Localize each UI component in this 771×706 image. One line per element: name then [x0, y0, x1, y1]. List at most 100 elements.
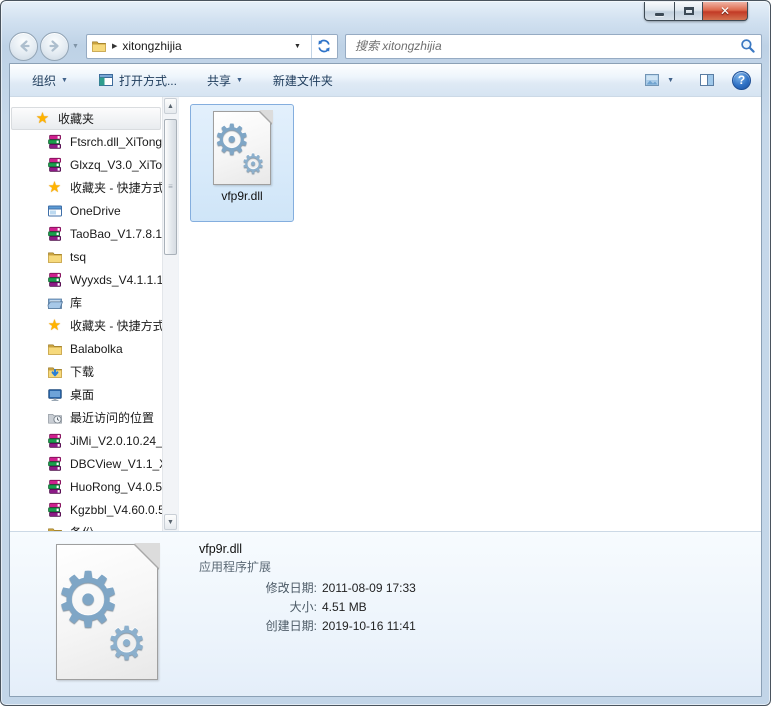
winrar-archive-icon	[46, 478, 63, 495]
new-folder-label: 新建文件夹	[273, 72, 333, 89]
sidebar-item-label: tsq	[70, 250, 86, 264]
detail-property-value: 4.51 MB	[322, 598, 367, 617]
recent-places-icon	[46, 409, 63, 426]
favorites-star-icon: ★	[46, 317, 63, 334]
sidebar-item[interactable]: Balabolka	[10, 337, 162, 360]
client-area: 组织▼ 打开方式... 共享▼ 新建文件夹	[9, 63, 762, 697]
preview-pane-button[interactable]	[691, 67, 723, 93]
address-bar[interactable]: ▶ xitongzhijia ▼	[86, 34, 338, 59]
sidebar-item[interactable]: HuoRong_V4.0.5	[10, 475, 162, 498]
winrar-archive-icon	[46, 271, 63, 288]
sidebar-item[interactable]: 下载	[10, 360, 162, 383]
close-icon: ✕	[720, 5, 730, 17]
winrar-archive-icon	[46, 133, 63, 150]
dll-file-icon: ⚙ ⚙	[213, 111, 271, 185]
sidebar-item-label: 备份	[70, 524, 94, 531]
chevron-down-icon: ▼	[236, 77, 243, 84]
sidebar-item[interactable]: DBCView_V1.1_X	[10, 452, 162, 475]
detail-property-label: 大小:	[199, 598, 317, 617]
sidebar-item-label: DBCView_V1.1_X	[70, 457, 162, 471]
sidebar-item[interactable]: Glxzq_V3.0_XiTo	[10, 153, 162, 176]
detail-property-row: 创建日期:2019-10-16 11:41	[199, 617, 416, 636]
close-button[interactable]: ✕	[702, 2, 748, 21]
open-with-label: 打开方式...	[119, 72, 177, 89]
sidebar-item-label: Glxzq_V3.0_XiTo	[70, 158, 162, 172]
details-file-type: 应用程序扩展	[199, 558, 416, 576]
scroll-down-button[interactable]: ▼	[164, 514, 177, 530]
folder-icon	[46, 248, 63, 265]
file-list-area[interactable]: ⚙ ⚙ vfp9r.dll	[178, 97, 761, 531]
sidebar-item[interactable]: JiMi_V2.0.10.24_	[10, 429, 162, 452]
recent-pages-dropdown[interactable]: ▼	[72, 43, 79, 50]
breadcrumb[interactable]: ▶ xitongzhijia ▼	[87, 35, 311, 58]
sidebar-item[interactable]: 最近访问的位置	[10, 406, 162, 429]
help-button[interactable]: ?	[732, 71, 751, 90]
sidebar-item[interactable]: Ftsrch.dll_XiTong	[10, 130, 162, 153]
breadcrumb-location[interactable]: xitongzhijia	[122, 39, 181, 53]
sidebar-item-label: HuoRong_V4.0.5	[70, 480, 162, 494]
sidebar-item-label: 收藏夹 - 快捷方式	[70, 179, 162, 196]
details-file-name: vfp9r.dll	[199, 540, 416, 558]
breadcrumb-chevron-icon: ▶	[112, 42, 117, 50]
change-view-button[interactable]: ▼	[636, 67, 682, 93]
sidebar-item[interactable]: Wyyxds_V4.1.1.1	[10, 268, 162, 291]
sidebar-item[interactable]: ★收藏夹 - 快捷方式	[10, 176, 162, 199]
dll-file-icon-large: ⚙ ⚙	[56, 544, 158, 680]
chevron-down-icon: ▼	[667, 77, 674, 84]
detail-property-row: 修改日期:2011-08-09 17:33	[199, 579, 416, 598]
sidebar-item[interactable]: Kgzbbl_V4.60.0.5	[10, 498, 162, 521]
winrar-archive-icon	[46, 455, 63, 472]
sidebar-item-label: JiMi_V2.0.10.24_	[70, 434, 162, 448]
sidebar-item-label: OneDrive	[70, 204, 121, 218]
share-button[interactable]: 共享▼	[199, 67, 251, 94]
libraries-icon	[46, 294, 63, 311]
details-properties: 修改日期:2011-08-09 17:33大小: 4.51 MB创建日期:2019…	[199, 579, 416, 636]
winrar-archive-icon	[46, 156, 63, 173]
onedrive-icon	[46, 202, 63, 219]
search-input[interactable]	[353, 35, 740, 58]
back-button[interactable]	[9, 32, 38, 61]
sidebar-item[interactable]: ★ 收藏夹 - 快捷方式	[10, 314, 162, 337]
new-folder-button[interactable]: 新建文件夹	[265, 67, 341, 94]
sidebar-item[interactable]: OneDrive	[10, 199, 162, 222]
open-with-button[interactable]: 打开方式...	[90, 67, 185, 94]
maximize-button[interactable]	[674, 2, 702, 21]
sidebar-item-label: Balabolka	[70, 342, 123, 356]
winrar-archive-icon	[46, 501, 63, 518]
winrar-archive-icon	[46, 432, 63, 449]
detail-property-value: 2019-10-16 11:41	[322, 617, 416, 636]
sidebar-item[interactable]: 桌面	[10, 383, 162, 406]
sidebar-item[interactable]: TaoBao_V1.7.8.1	[10, 222, 162, 245]
winrar-archive-icon	[46, 225, 63, 242]
scroll-up-button[interactable]: ▲	[164, 98, 177, 114]
sidebar-item[interactable]: 库	[10, 291, 162, 314]
navigation-pane: ★收藏夹Ftsrch.dll_XiTong Glxzq_V3.0_XiTo ★ 收藏夹…	[10, 97, 178, 531]
minimize-button[interactable]	[644, 2, 674, 21]
window-controls: ✕	[644, 2, 748, 21]
search-icon[interactable]	[740, 38, 756, 54]
refresh-button[interactable]	[311, 35, 337, 58]
folder-icon	[91, 38, 107, 54]
organize-button[interactable]: 组织▼	[24, 67, 76, 94]
file-item-vfp9r-dll[interactable]: ⚙ ⚙ vfp9r.dll	[190, 104, 294, 222]
navigation-bar: ▼ ▶ xitongzhijia ▼	[9, 29, 762, 63]
explorer-window: ✕ ▼ ▶ xitongzhijia ▼	[0, 0, 771, 706]
search-box[interactable]	[345, 34, 762, 59]
views-icon	[644, 72, 660, 88]
sidebar-item-label: Kgzbbl_V4.60.0.5	[70, 503, 162, 517]
sidebar-list: ★收藏夹Ftsrch.dll_XiTong Glxzq_V3.0_XiTo ★ 收藏夹…	[10, 107, 162, 531]
sidebar-item[interactable]: tsq	[10, 245, 162, 268]
sidebar-item[interactable]: 备份	[10, 521, 162, 531]
preview-pane-icon	[699, 72, 715, 88]
scrollbar-track[interactable]: ≡	[163, 115, 178, 513]
refresh-icon	[316, 38, 332, 54]
sidebar-item[interactable]: ★收藏夹	[11, 107, 161, 130]
forward-button[interactable]	[40, 32, 69, 61]
sidebar-item-label: Wyyxds_V4.1.1.1	[70, 273, 162, 287]
gear-icon: ⚙	[106, 620, 147, 666]
sidebar-scrollbar[interactable]: ▲ ≡ ▼	[162, 97, 178, 531]
sidebar-item-label: 收藏夹 - 快捷方式	[70, 317, 162, 334]
address-history-dropdown[interactable]: ▼	[288, 43, 307, 50]
sidebar-item-label: TaoBao_V1.7.8.1	[70, 227, 162, 241]
scrollbar-thumb[interactable]: ≡	[164, 119, 177, 255]
